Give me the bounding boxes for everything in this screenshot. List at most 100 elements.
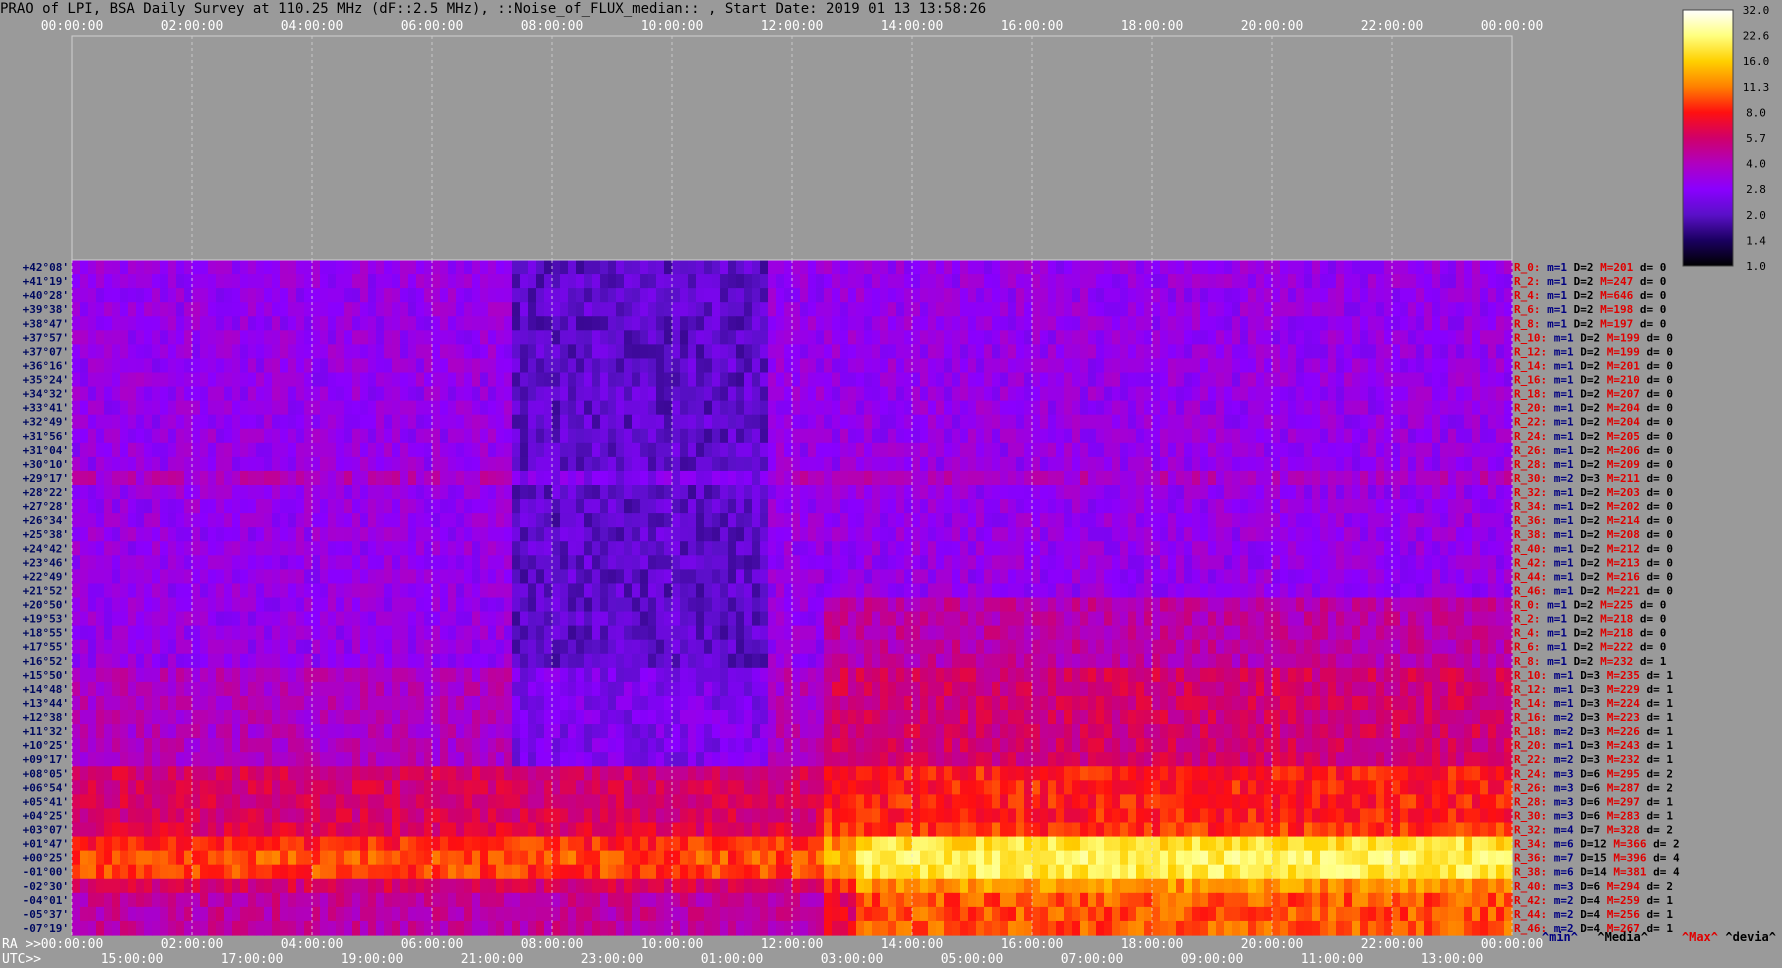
heatmap-cell xyxy=(200,527,209,542)
heatmap-cell xyxy=(1040,442,1049,458)
heatmap-cell xyxy=(1360,555,1369,570)
heatmap-cell xyxy=(208,456,217,472)
heatmap-cell xyxy=(1184,470,1193,486)
heatmap-cell xyxy=(1280,344,1289,360)
heatmap-cell xyxy=(136,625,145,641)
heatmap-cell xyxy=(232,428,241,444)
heatmap-cell xyxy=(832,541,841,556)
heatmap-cell xyxy=(1424,400,1433,416)
heatmap-cell xyxy=(1208,499,1217,514)
heatmap-cell xyxy=(784,555,793,570)
heatmap-cell xyxy=(200,639,209,655)
heatmap-cell xyxy=(536,639,545,655)
heatmap-cell xyxy=(640,386,649,402)
heatmap-cell xyxy=(1040,456,1049,472)
heatmap-cell xyxy=(848,555,857,570)
heatmap-cell xyxy=(584,428,593,444)
heatmap-cell xyxy=(1384,372,1393,388)
heatmap-cell xyxy=(336,344,345,360)
heatmap-cell xyxy=(144,625,153,641)
heatmap-cell xyxy=(1400,414,1409,430)
heatmap-cell xyxy=(408,625,417,641)
heatmap-cell xyxy=(376,316,385,331)
heatmap-cell xyxy=(552,288,561,303)
heatmap-cell xyxy=(272,260,281,275)
heatmap-cell xyxy=(1304,583,1313,599)
heatmap-cell xyxy=(472,625,481,641)
heatmap-cell xyxy=(128,569,137,585)
heatmap-cell xyxy=(448,288,457,303)
heatmap-cell xyxy=(912,499,921,514)
heatmap-cell xyxy=(168,555,177,570)
heatmap-cell xyxy=(416,485,425,500)
heatmap-cell xyxy=(96,513,105,528)
heatmap-cell xyxy=(672,400,681,416)
heatmap-cell xyxy=(1504,541,1513,556)
heatmap-cell xyxy=(768,499,777,514)
heatmap-cell xyxy=(760,372,769,388)
heatmap-cell xyxy=(1208,330,1217,345)
heatmap-cell xyxy=(848,358,857,374)
heatmap-cell xyxy=(1112,260,1121,275)
heatmap-cell xyxy=(280,470,289,486)
heatmap-cell xyxy=(768,597,777,613)
heatmap-cell xyxy=(1328,456,1337,472)
heatmap-cell xyxy=(296,485,305,500)
heatmap-cell xyxy=(152,527,161,542)
heatmap-cell xyxy=(1112,400,1121,416)
heatmap-cell xyxy=(776,344,785,360)
heatmap-cell xyxy=(1344,583,1353,599)
heatmap-cell xyxy=(1160,527,1169,542)
heatmap-cell xyxy=(424,499,433,514)
heatmap-cell xyxy=(1472,386,1481,402)
heatmap-cell xyxy=(104,400,113,416)
heatmap-cell xyxy=(1120,513,1129,528)
heatmap-cell xyxy=(896,442,905,458)
heatmap-cell xyxy=(376,288,385,303)
heatmap-cell xyxy=(1304,344,1313,360)
heatmap-cell xyxy=(824,583,833,599)
heatmap-cell xyxy=(1144,485,1153,500)
heatmap-cell xyxy=(976,400,985,416)
heatmap-cell xyxy=(536,583,545,599)
heatmap-cell xyxy=(968,372,977,388)
heatmap-cell xyxy=(1264,386,1273,402)
heatmap-cell xyxy=(784,358,793,374)
heatmap-cell xyxy=(584,316,593,331)
heatmap-cell xyxy=(80,330,89,345)
heatmap-cell xyxy=(504,485,513,500)
heatmap-cell xyxy=(800,625,809,641)
heatmap-cell xyxy=(928,358,937,374)
heatmap-cell xyxy=(1432,358,1441,374)
heatmap-cell xyxy=(1216,386,1225,402)
heatmap-cell xyxy=(776,569,785,585)
heatmap-cell xyxy=(1496,513,1505,528)
heatmap-cell xyxy=(1248,499,1257,514)
heatmap-cell xyxy=(784,611,793,627)
heatmap-cell xyxy=(256,344,265,360)
heatmap-cell xyxy=(192,485,201,500)
heatmap-cell xyxy=(1408,358,1417,374)
heatmap-cell xyxy=(1472,541,1481,556)
heatmap-cell xyxy=(1200,583,1209,599)
heatmap-cell xyxy=(304,358,313,374)
heatmap-cell xyxy=(384,358,393,374)
heatmap-cell xyxy=(1024,639,1033,655)
heatmap-cell xyxy=(384,316,393,331)
heatmap-cell xyxy=(1144,499,1153,514)
heatmap-cell xyxy=(920,400,929,416)
heatmap-cell xyxy=(928,569,937,585)
heatmap-cell xyxy=(728,288,737,303)
heatmap-cell xyxy=(456,400,465,416)
heatmap-cell xyxy=(344,499,353,514)
heatmap-cell xyxy=(1264,583,1273,599)
heatmap-cell xyxy=(232,639,241,655)
heatmap-cell xyxy=(520,611,529,627)
heatmap-cell xyxy=(1312,414,1321,430)
heatmap-cell xyxy=(1080,428,1089,444)
heatmap-cell xyxy=(280,611,289,627)
heatmap-cell xyxy=(424,316,433,331)
heatmap-cell xyxy=(392,456,401,472)
heatmap-cell xyxy=(888,372,897,388)
heatmap-cell xyxy=(1360,428,1369,444)
